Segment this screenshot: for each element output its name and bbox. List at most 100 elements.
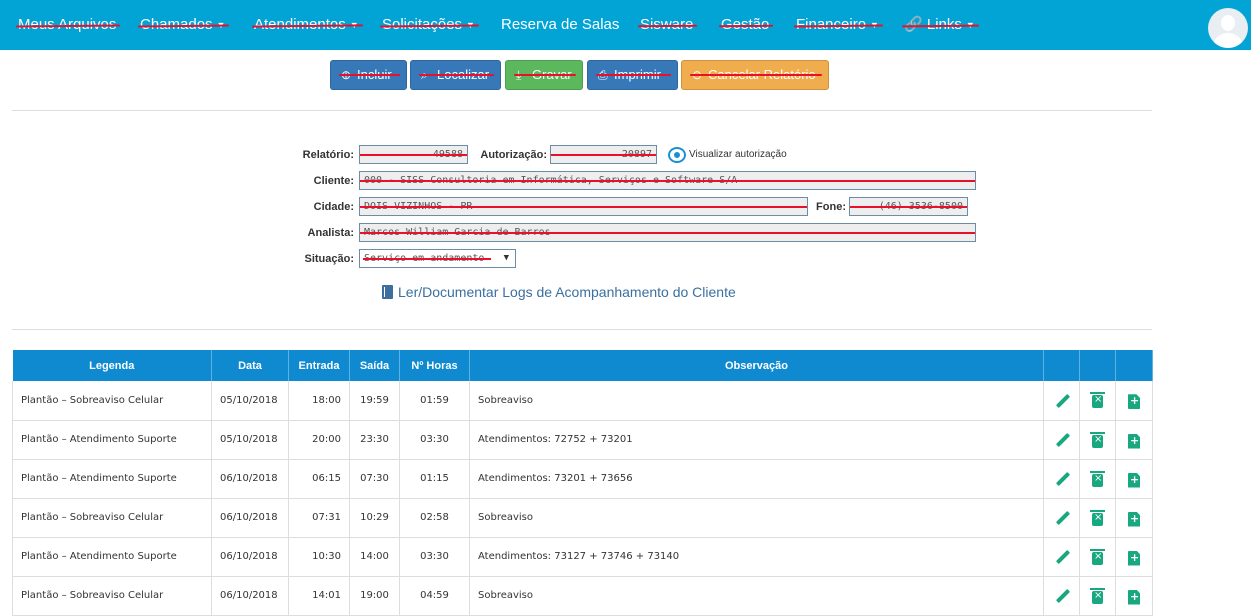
pencil-icon[interactable] [1055,550,1069,566]
cell-observacao: Sobreaviso [469,576,1044,616]
logs-acompanhamento-link[interactable]: Ler/Documentar Logs de Acompanhamento do… [382,284,736,300]
cidade-field[interactable]: DOIS VIZINHOS - PR [359,197,808,216]
cell-legenda: Plantão – Sobreaviso Celular [12,498,212,538]
cell-saida: 14:00 [349,537,400,577]
cell-horas: 01:15 [399,459,470,499]
table-header-row: Legenda Data Entrada Saída Nº Horas Obse… [12,350,1153,381]
visualizar-autorizacao-link[interactable]: Visualizar autorização [689,149,787,160]
divider [12,329,1152,330]
add-file-icon[interactable] [1128,550,1140,566]
col-delete [1079,350,1116,381]
cell-observacao: Atendimentos: 73201 + 73656 [469,459,1044,499]
book-icon [382,285,393,299]
dropdown-arrow-icon: ▼ [503,253,509,263]
user-avatar[interactable] [1208,8,1248,48]
cell-horas: 01:59 [399,381,470,421]
table-row: Plantão – Sobreaviso Celular 06/10/2018 … [12,576,1153,616]
nav-financeiro[interactable]: Financeiro ▼ [796,15,879,35]
cidade-label: Cidade: [313,201,354,213]
add-file-icon[interactable] [1128,433,1140,449]
gravar-button[interactable]: ⤓ Gravar [505,60,583,90]
trash-icon[interactable] [1090,470,1105,487]
plantao-table: Legenda Data Entrada Saída Nº Horas Obse… [12,350,1153,616]
cliente-field[interactable]: 000 - SISS Consultoria em Informática, S… [359,171,976,190]
cell-entrada: 18:00 [288,381,350,421]
col-edit [1043,350,1080,381]
cell-data: 06/10/2018 [211,537,289,577]
divider [12,110,1152,111]
cell-entrada: 10:30 [288,537,350,577]
add-file-icon[interactable] [1128,394,1140,410]
trash-icon[interactable] [1090,431,1105,448]
cell-data: 06/10/2018 [211,498,289,538]
add-file-icon[interactable] [1128,589,1140,605]
cell-data: 05/10/2018 [211,381,289,421]
cell-legenda: Plantão – Atendimento Suporte [12,537,212,577]
add-file-icon[interactable] [1128,511,1140,527]
fone-field[interactable]: (46) 3536-8500 [849,197,968,216]
trash-icon[interactable] [1090,587,1105,604]
trash-icon[interactable] [1090,509,1105,526]
nav-chamados[interactable]: Chamados ▼ [140,15,225,35]
cell-saida: 07:30 [349,459,400,499]
pencil-icon[interactable] [1055,433,1069,449]
pencil-icon[interactable] [1055,511,1069,527]
table-row: Plantão – Atendimento Suporte 06/10/2018… [12,537,1153,577]
nav-sisware[interactable]: Sisware [640,15,693,35]
link-icon: 🔗 [904,16,923,33]
col-legenda: Legenda [12,350,212,381]
cell-legenda: Plantão – Atendimento Suporte [12,459,212,499]
chevron-down-icon: ▼ [349,20,359,30]
cell-data: 06/10/2018 [211,459,289,499]
situacao-select[interactable]: Serviço em andamento ▼ [359,249,516,268]
cell-observacao: Sobreaviso [469,381,1044,421]
fone-label: Fone: [816,201,846,213]
eye-icon[interactable] [668,147,686,163]
chevron-down-icon: ▼ [216,20,226,30]
analista-field[interactable]: Marcos William Garcia de Barros [359,223,976,242]
pencil-icon[interactable] [1055,472,1069,488]
autorizacao-field[interactable]: 20897 [550,145,657,164]
pencil-icon[interactable] [1055,394,1069,410]
trash-icon[interactable] [1090,548,1105,565]
analista-label: Analista: [307,227,354,239]
cell-saida: 10:29 [349,498,400,538]
relatorio-field[interactable]: 49588 [359,145,468,164]
pencil-icon[interactable] [1055,589,1069,605]
localizar-button[interactable]: ⌕ Localizar [410,60,501,90]
cell-legenda: Plantão – Atendimento Suporte [12,420,212,460]
table-row: Plantão – Atendimento Suporte 05/10/2018… [12,420,1153,460]
incluir-button[interactable]: ⊕ Incluir [330,60,407,90]
trash-icon[interactable] [1090,392,1105,409]
nav-reserva-de-salas[interactable]: Reserva de Salas [501,15,619,35]
cell-entrada: 07:31 [288,498,350,538]
print-icon: ⎙ [598,68,608,82]
col-entrada: Entrada [288,350,350,381]
cell-saida: 19:00 [349,576,400,616]
cancelar-relatorio-button[interactable]: ⊖ Cancelar Relatório [681,60,829,90]
col-saida: Saída [349,350,400,381]
cell-horas: 03:30 [399,537,470,577]
cell-data: 05/10/2018 [211,420,289,460]
nav-links[interactable]: 🔗 Links ▼ [904,15,975,35]
cell-horas: 04:59 [399,576,470,616]
nav-gestao[interactable]: Gestão [721,15,769,35]
table-row: Plantão – Atendimento Suporte 06/10/2018… [12,459,1153,499]
cell-legenda: Plantão – Sobreaviso Celular [12,576,212,616]
nav-atendimentos[interactable]: Atendimentos ▼ [254,15,359,35]
cell-data: 06/10/2018 [211,576,289,616]
cell-observacao: Atendimentos: 73127 + 73746 + 73140 [469,537,1044,577]
cell-entrada: 06:15 [288,459,350,499]
table-row: Plantão – Sobreaviso Celular 06/10/2018 … [12,498,1153,538]
chevron-down-icon: ▼ [965,20,975,30]
cell-entrada: 14:01 [288,576,350,616]
cliente-label: Cliente: [313,175,354,187]
relatorio-label: Relatório: [302,149,354,161]
add-file-icon[interactable] [1128,472,1140,488]
imprimir-button[interactable]: ⎙ Imprimir [587,60,678,90]
nav-meus-arquivos[interactable]: Meus Arquivos [18,15,116,35]
nav-solicitacoes[interactable]: Solicitações ▼ [382,15,475,35]
cell-saida: 19:59 [349,381,400,421]
cell-legenda: Plantão – Sobreaviso Celular [12,381,212,421]
col-add [1115,350,1153,381]
